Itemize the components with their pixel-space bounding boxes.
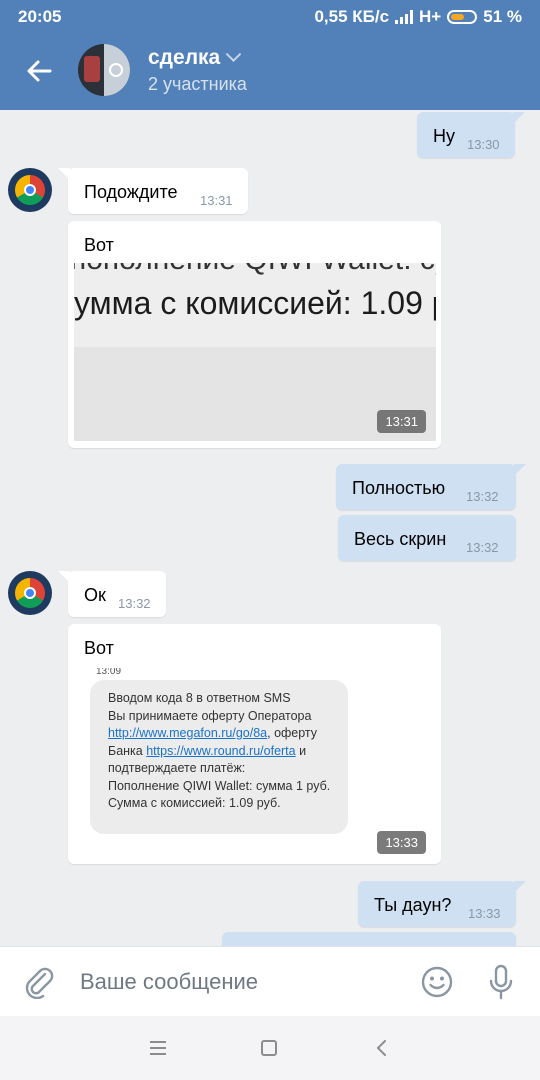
photo-attachment[interactable]: 13:09 Вводом кода 8 в ответном SMS Вы пр… (74, 668, 436, 862)
menu-icon[interactable] (146, 1036, 170, 1060)
message-incoming[interactable]: Ок 13:32 (58, 571, 166, 617)
message-incoming-photo[interactable]: Вот 13:09 Вводом кода 8 в ответном SMS В… (68, 624, 441, 864)
network-type: H+ (419, 7, 442, 26)
back-nav-icon[interactable] (370, 1036, 394, 1060)
camera-icon (109, 63, 123, 77)
status-bar: 20:05 0,55 КБ/с H+ 51 % (0, 0, 540, 34)
microphone-icon[interactable] (484, 963, 518, 1001)
paperclip-icon[interactable] (22, 965, 56, 999)
chat-title[interactable]: сделка (148, 46, 242, 70)
chat-avatar[interactable] (78, 44, 130, 96)
message-outgoing[interactable]: Ты даун? 13:33 (358, 881, 526, 927)
status-indicators: 0,55 КБ/с H+ 51 % (314, 7, 522, 27)
message-list[interactable]: Ну 13:30 Подождите 13:31 Вот пополнение … (0, 110, 540, 946)
message-composer: Ваше сообщение (0, 946, 540, 1016)
status-time: 20:05 (18, 7, 62, 26)
sms-screenshot: Вводом кода 8 в ответном SMS Вы принимае… (90, 680, 348, 834)
message-incoming-photo[interactable]: Вот пополнение QIWI Wallet: сумма умма с… (68, 221, 441, 448)
battery-icon (447, 10, 478, 24)
message-input[interactable]: Ваше сообщение (80, 969, 258, 995)
message-outgoing[interactable]: Полностью 13:32 (336, 464, 526, 510)
photo-attachment[interactable]: пополнение QIWI Wallet: сумма умма с ком… (74, 263, 436, 441)
user-avatar[interactable] (8, 168, 52, 212)
bank-link[interactable]: https://www.round.ru/oferta (146, 744, 295, 758)
message-outgoing-partial[interactable] (222, 932, 516, 946)
battery-level: 51 % (483, 7, 522, 26)
network-speed: 0,55 КБ/с (314, 7, 390, 26)
message-outgoing[interactable]: Весь скрин 13:32 (338, 515, 516, 561)
chrome-logo-icon (15, 578, 45, 608)
operator-link[interactable]: http://www.megafon.ru/go/8a (108, 726, 267, 740)
smile-icon[interactable] (420, 965, 454, 999)
back-arrow-icon[interactable] (22, 54, 56, 88)
chevron-down-icon (225, 46, 242, 63)
message-incoming[interactable]: Подождите 13:31 (58, 168, 248, 214)
home-icon[interactable] (257, 1036, 281, 1060)
chat-header: сделка 2 участника (0, 34, 540, 110)
user-avatar[interactable] (8, 571, 52, 615)
chrome-logo-icon (15, 175, 45, 205)
message-outgoing[interactable]: Ну 13:30 (417, 112, 525, 158)
system-nav-bar (0, 1016, 540, 1080)
avatar-photo (84, 56, 100, 82)
signal-icon (395, 10, 414, 24)
chat-subtitle: 2 участника (148, 74, 247, 94)
